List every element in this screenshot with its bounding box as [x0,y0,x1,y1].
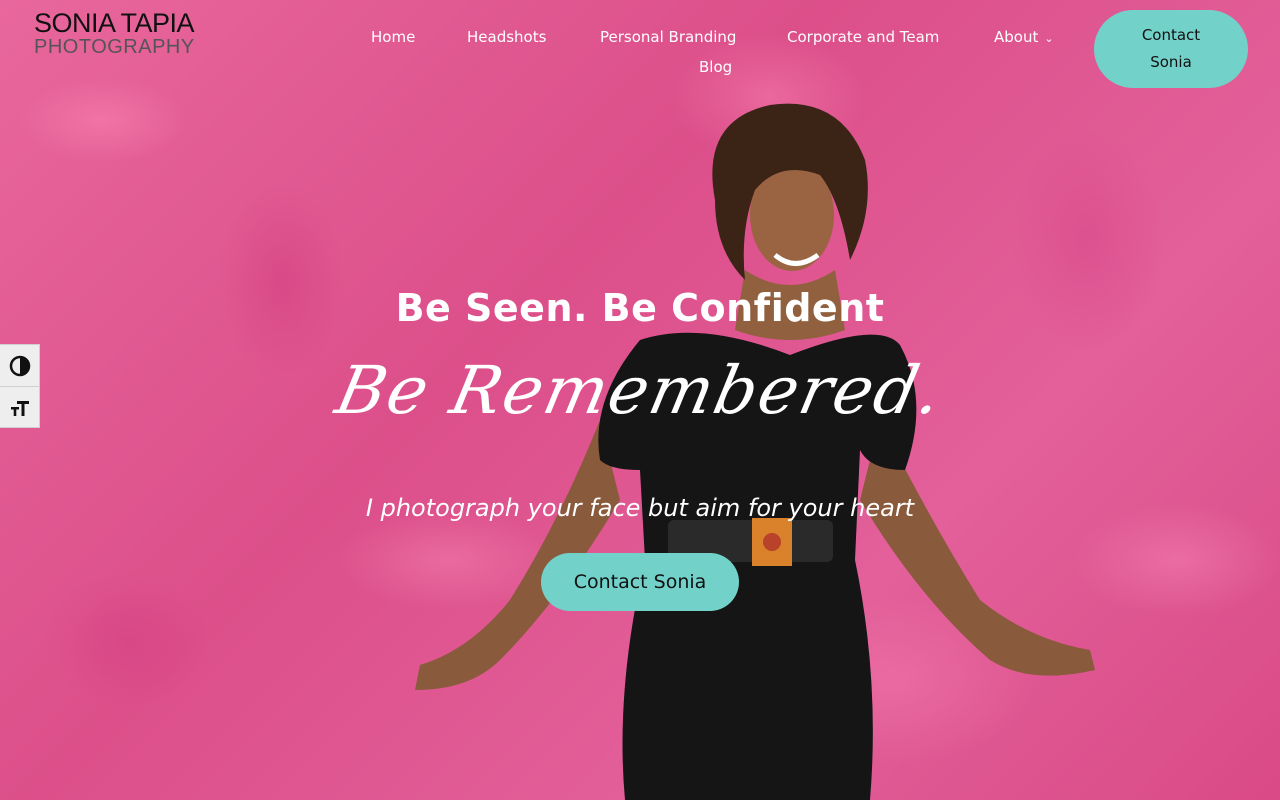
nav-item-headshots[interactable]: Headshots [467,28,546,46]
accessibility-toolbar [0,344,40,428]
font-size-button[interactable] [0,387,40,429]
nav-item-home[interactable]: Home [371,28,415,46]
site-logo[interactable]: SONIA TAPIA PHOTOGRAPHY [34,8,204,58]
nav-item-about-label: About [994,28,1039,46]
contrast-toggle-icon [9,355,31,376]
nav-item-about[interactable]: About ⌄ [994,28,1054,46]
nav-item-blog[interactable]: Blog [699,58,732,76]
logo-name: SONIA TAPIA [34,8,195,38]
header-contact-button[interactable]: Contact Sonia [1094,10,1248,88]
hero-script-line: Be Remembered. [329,352,951,429]
nav-item-personal-branding[interactable]: Personal Branding [600,28,736,46]
font-size-icon [11,401,29,416]
contrast-toggle-button[interactable] [0,345,40,387]
hero-headline: Be Seen. Be Confident [395,286,885,330]
hero-subline: I photograph your face but aim for your … [365,494,915,522]
nav-item-corporate-and-team[interactable]: Corporate and Team [787,28,939,46]
hero-contact-button[interactable]: Contact Sonia [541,553,739,611]
chevron-down-icon: ⌄ [1044,32,1054,45]
logo-tagline: PHOTOGRAPHY [34,36,195,58]
